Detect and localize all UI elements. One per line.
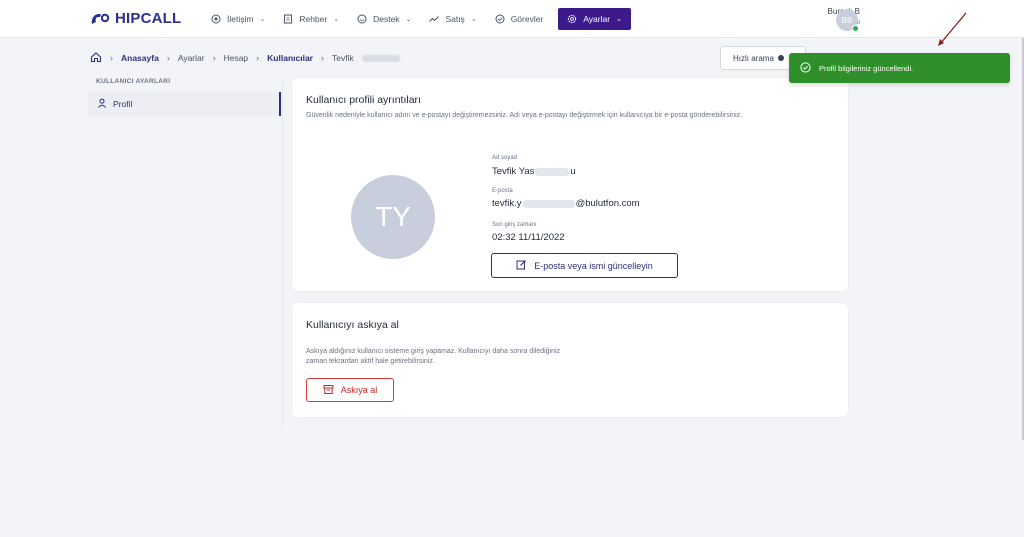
- brand-name: HIPCALL: [115, 10, 182, 27]
- edit-icon: [516, 259, 527, 272]
- profile-card-title: Kullanıcı profili ayrıntıları: [306, 94, 421, 106]
- suspend-card-description-line1: Askıya aldığınız kullanıcı sisteme giriş…: [306, 348, 561, 355]
- check-circle-icon: [800, 61, 811, 75]
- archive-icon: [323, 384, 334, 397]
- sidebar-section-title: KULLANICI AYARLARI: [96, 78, 171, 85]
- nav-label: İletişim: [227, 14, 254, 24]
- sidebar-divider: [282, 78, 283, 428]
- email-value-start: tevfik.y: [492, 198, 522, 209]
- chevron-down-icon: ⌄: [616, 16, 622, 23]
- nav-label: Ayarlar: [583, 14, 611, 24]
- phone-logo-icon: [91, 13, 110, 24]
- email-label: E-posta: [492, 188, 513, 194]
- nav-item-iletisim[interactable]: İletişim ⌄: [202, 8, 274, 30]
- nav-label: Görevler: [510, 14, 544, 24]
- name-value-end: u: [570, 166, 576, 177]
- breadcrumb-item[interactable]: Kullanıcılar: [267, 53, 313, 63]
- name-value: Tevfik Yas u: [492, 166, 576, 177]
- breadcrumb-current: Tevfik: [332, 53, 354, 63]
- quick-search-label: Hızlı arama: [733, 53, 774, 63]
- task-check-icon: [495, 14, 505, 24]
- edit-button-label: E-posta veya ismi güncelleyin: [534, 260, 653, 271]
- name-label: Ad soyad: [492, 155, 518, 161]
- top-navbar: HIPCALL İletişim ⌄ Rehber ⌄ Destek ⌄ Sat…: [0, 0, 1024, 38]
- avatar[interactable]: BB: [836, 9, 859, 32]
- profile-card-description: Güvenlik nedeniyle kullanıcı adını ve e-…: [306, 112, 743, 119]
- success-toast[interactable]: Profil bilgileriniz güncellendi.: [789, 53, 1010, 83]
- chevron-right-icon: ›: [321, 53, 324, 63]
- chevron-right-icon: ›: [256, 53, 260, 63]
- toast-message: Profil bilgileriniz güncellendi.: [819, 63, 914, 73]
- chevron-right-icon: ›: [166, 53, 170, 63]
- nav-item-gorevler[interactable]: Görevler: [486, 8, 553, 30]
- redacted-text: [361, 54, 400, 62]
- suspend-user-card: Kullanıcıyı askıya al Askıya aldığınız k…: [292, 303, 848, 417]
- sidebar-item-profil[interactable]: Profil: [88, 92, 281, 116]
- home-icon[interactable]: [90, 51, 102, 65]
- suspend-card-description-line2: zaman tekrardan aktif hale getirebilirsi…: [306, 358, 435, 365]
- chevron-down-icon: ⌄: [259, 16, 266, 23]
- profile-avatar: TY: [351, 175, 435, 259]
- annotation-arrow-icon: [938, 12, 967, 46]
- contact-icon: [211, 14, 221, 24]
- nav-item-ayarlar[interactable]: Ayarlar ⌄: [558, 8, 631, 30]
- edit-email-name-button[interactable]: E-posta veya ismi güncelleyin: [491, 253, 678, 278]
- nav-item-destek[interactable]: Destek ⌄: [348, 8, 420, 30]
- online-status-dot: [852, 25, 859, 32]
- redacted-text: [522, 199, 575, 208]
- nav-label: Rehber: [299, 14, 328, 24]
- profile-avatar-initials: TY: [375, 201, 411, 232]
- profile-details-card: Kullanıcı profili ayrıntıları Güvenlik n…: [292, 78, 848, 291]
- user-icon: [97, 98, 107, 110]
- nav-item-rehber[interactable]: Rehber ⌄: [274, 8, 348, 30]
- nav-label: Destek: [373, 14, 400, 24]
- support-icon: [357, 14, 367, 24]
- chevron-right-icon: ›: [110, 53, 113, 63]
- suspend-button[interactable]: Askıya al: [306, 378, 394, 402]
- sidebar-item-label: Profil: [113, 99, 133, 109]
- email-value: tevfik.y @bulutfon.com: [492, 198, 640, 209]
- trend-icon: [429, 14, 440, 24]
- breadcrumb-item[interactable]: Anasayfa: [121, 53, 159, 63]
- chevron-down-icon: ⌄: [470, 16, 477, 23]
- nav-label: Satış: [445, 14, 465, 24]
- suspend-button-label: Askıya al: [340, 385, 378, 395]
- chevron-down-icon: ⌄: [333, 16, 340, 23]
- redacted-text: [535, 167, 570, 176]
- avatar-initials: BB: [841, 15, 853, 25]
- breadcrumb: › Anasayfa › Ayarlar › Hesap › Kullanıcı…: [90, 48, 400, 68]
- main-nav: İletişim ⌄ Rehber ⌄ Destek ⌄ Satış ⌄ Gör…: [202, 8, 631, 30]
- info-dot-icon: [777, 55, 784, 61]
- address-book-icon: [283, 14, 293, 24]
- last-login-label: Son giriş zamanı: [492, 222, 537, 228]
- last-login-value: 02:32 11/11/2022: [492, 232, 565, 243]
- gear-icon: [567, 14, 577, 24]
- breadcrumb-item[interactable]: Ayarlar: [178, 53, 205, 63]
- suspend-card-title: Kullanıcıyı askıya al: [306, 319, 399, 331]
- name-value-start: Tevfik Yas: [492, 166, 535, 177]
- breadcrumb-item[interactable]: Hesap: [224, 53, 249, 63]
- email-value-end: @bulutfon.com: [575, 198, 640, 209]
- nav-item-satis[interactable]: Satış ⌄: [420, 8, 485, 30]
- chevron-down-icon: ⌄: [405, 16, 412, 23]
- hipcall-logo[interactable]: HIPCALL: [90, 10, 181, 27]
- chevron-right-icon: ›: [212, 53, 216, 63]
